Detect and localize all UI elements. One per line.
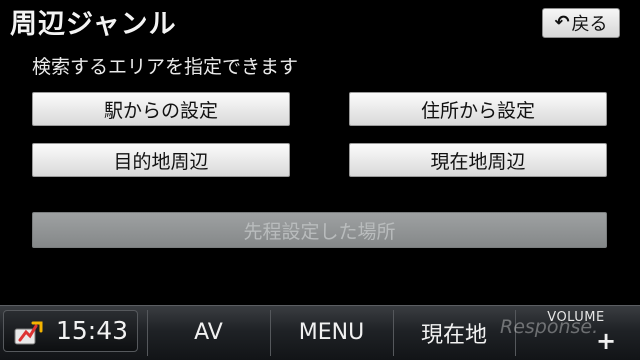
previous-location-button: 先程設定した場所 — [32, 212, 607, 248]
gps-signal-icon — [14, 321, 43, 345]
volume-label: VOLUME — [547, 310, 605, 325]
instruction-text: 検索するエリアを指定できます — [32, 56, 299, 78]
volume-up-button[interactable]: + — [596, 327, 616, 355]
back-button-label: 戻る — [571, 14, 608, 35]
address-setting-button[interactable]: 住所から設定 — [349, 92, 607, 126]
current-location-area-button[interactable]: 現在地周辺 — [349, 143, 607, 177]
menu-button[interactable]: MENU — [271, 306, 392, 359]
back-arrow-icon: ↶ — [554, 12, 570, 33]
screen-title: 周辺ジャンル — [10, 9, 177, 40]
current-location-button[interactable]: 現在地 — [394, 306, 514, 359]
back-button[interactable]: ↶ 戻る — [542, 8, 620, 38]
station-setting-button[interactable]: 駅からの設定 — [32, 92, 290, 126]
destination-area-button[interactable]: 目的地周辺 — [32, 143, 290, 177]
av-button[interactable]: AV — [148, 306, 269, 359]
clock: 15:43 — [56, 316, 129, 345]
